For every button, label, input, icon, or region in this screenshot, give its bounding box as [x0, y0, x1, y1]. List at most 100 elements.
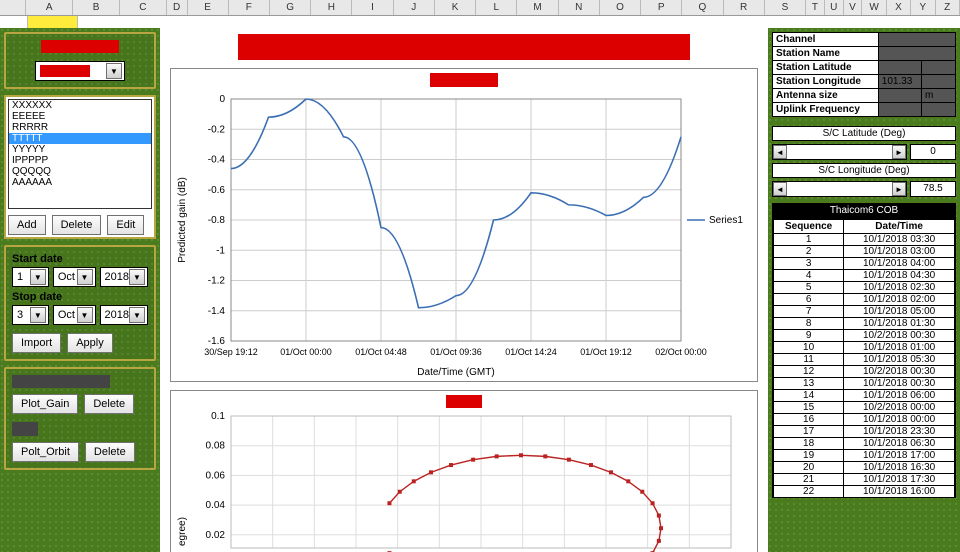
table-row[interactable]: 1210/2/2018 00:30	[774, 366, 955, 378]
table-row[interactable]: 1010/1/2018 01:00	[774, 342, 955, 354]
svg-text:-1.6: -1.6	[208, 336, 226, 347]
svg-text:0.08: 0.08	[206, 440, 226, 451]
svg-text:01/Oct 04:48: 01/Oct 04:48	[355, 347, 407, 357]
add-button[interactable]: Add	[8, 215, 46, 235]
apply-button[interactable]: Apply	[67, 333, 113, 353]
select-satellite-label: Select Satellite	[12, 40, 148, 53]
list-item[interactable]: AAAAAA	[9, 177, 151, 188]
table-row[interactable]: 1610/1/2018 00:00	[774, 414, 955, 426]
left-panel: Select Satellite xxxxxxxxx ▼ XXXXXXEEEEE…	[0, 28, 160, 552]
table-row[interactable]: 2310/1/2018 18:00	[774, 498, 955, 499]
list-item[interactable]: XXXXXX	[9, 100, 151, 111]
delete-gain-button[interactable]: Delete	[84, 394, 134, 414]
table-row[interactable]: 210/1/2018 03:00	[774, 246, 955, 258]
svg-text:-1.4: -1.4	[208, 305, 226, 316]
table-row[interactable]: 1410/1/2018 06:00	[774, 390, 955, 402]
satellite-combo[interactable]: xxxxxxxxx ▼	[35, 61, 125, 81]
table-row[interactable]: 1810/1/2018 06:30	[774, 438, 955, 450]
column-ruler: ABCDEFGHIJKLMNOPQRSTUVWXYZ	[0, 0, 960, 16]
svg-text:0: 0	[219, 94, 225, 105]
table-row[interactable]: 1910/1/2018 17:00	[774, 450, 955, 462]
table-row[interactable]: 1510/2/2018 00:00	[774, 402, 955, 414]
start-date-label: Start date	[12, 253, 148, 265]
polt-orbit-button[interactable]: Polt_Orbit	[12, 442, 79, 462]
list-item[interactable]: IPPPPP	[9, 155, 151, 166]
svg-text:01/Oct 00:00: 01/Oct 00:00	[280, 347, 332, 357]
table-row[interactable]: 410/1/2018 04:30	[774, 270, 955, 282]
list-item[interactable]: RRRRR	[9, 122, 151, 133]
svg-text:0.06: 0.06	[206, 470, 226, 481]
stop-day[interactable]: 3▼	[12, 305, 49, 325]
satellite-listbox[interactable]: XXXXXXEEEEERRRRRTTTTTYYYYYIPPPPPQQQQQAAA…	[8, 99, 152, 209]
table-row[interactable]: 610/1/2018 02:00	[774, 294, 955, 306]
table-row[interactable]: 2210/1/2018 16:00	[774, 486, 955, 498]
gain-chart: xxxxxxxxxxx 0-0.2-0.4-0.6-0.8-1-1.2-1.4-…	[170, 68, 758, 381]
table-row[interactable]: 1110/1/2018 05:30	[774, 354, 955, 366]
plot-gain-button[interactable]: Plot_Gain	[12, 394, 78, 414]
table-row[interactable]: 2010/1/2018 16:30	[774, 462, 955, 474]
table-row[interactable]: 910/2/2018 00:30	[774, 330, 955, 342]
lat-value: 0	[910, 144, 956, 160]
center-panel: Thaicom6 Antenna Gain Variation & COB xx…	[160, 28, 768, 552]
svg-text:-0.2: -0.2	[208, 124, 226, 135]
right-panel: ChannelStation NameStation LatitudeStati…	[768, 28, 960, 552]
list-item[interactable]: QQQQQ	[9, 166, 151, 177]
lon-value: 78.5	[910, 181, 956, 197]
page-title: Thaicom6 Antenna Gain Variation & COB	[170, 32, 758, 68]
svg-text:0.04: 0.04	[206, 500, 226, 511]
start-month[interactable]: Oct▼	[53, 267, 96, 287]
svg-text:02/Oct 00:00: 02/Oct 00:00	[655, 347, 707, 357]
lon-slider-label: S/C Longitude (Deg)	[772, 163, 956, 178]
table-row[interactable]: 710/1/2018 05:00	[774, 306, 955, 318]
svg-text:-0.4: -0.4	[208, 154, 226, 165]
delete-button[interactable]: Delete	[52, 215, 102, 235]
table-row[interactable]: 510/1/2018 02:30	[774, 282, 955, 294]
svg-text:Date/Time (GMT): Date/Time (GMT)	[417, 367, 494, 378]
svg-text:01/Oct 14:24: 01/Oct 14:24	[505, 347, 557, 357]
cob-table: SequenceDate/Time110/1/2018 03:30210/1/2…	[773, 219, 955, 498]
arrow-left-icon[interactable]: ◄	[773, 145, 787, 159]
lat-slider[interactable]: ◄ ►	[772, 144, 907, 160]
svg-text:Series1: Series1	[709, 215, 743, 226]
svg-text:01/Oct 09:36: 01/Oct 09:36	[430, 347, 482, 357]
svg-text:egree): egree)	[177, 517, 188, 546]
chevron-down-icon: ▼	[106, 63, 122, 79]
table-row[interactable]: 2110/1/2018 17:30	[774, 474, 955, 486]
arrow-right-icon[interactable]: ►	[892, 145, 906, 159]
svg-text:-1.2: -1.2	[208, 275, 226, 286]
station-info-table: ChannelStation NameStation LatitudeStati…	[772, 32, 956, 117]
table-row[interactable]: 110/1/2018 03:30	[774, 234, 955, 246]
edit-button[interactable]: Edit	[107, 215, 144, 235]
svg-text:-1: -1	[216, 245, 225, 256]
gain-variation-section-label: Gain Variation Plot	[12, 375, 148, 388]
orbit-chart: xxxxxx 0.10.080.060.040.02egree)	[170, 390, 758, 552]
cob-title: Thaicom6 COB	[772, 203, 956, 218]
table-row[interactable]: 810/1/2018 01:30	[774, 318, 955, 330]
import-button[interactable]: Import	[12, 333, 61, 353]
list-item[interactable]: EEEEE	[9, 111, 151, 122]
stop-year[interactable]: 2018▼	[100, 305, 148, 325]
table-row[interactable]: 1310/1/2018 00:30	[774, 378, 955, 390]
svg-text:-0.6: -0.6	[208, 184, 226, 195]
svg-text:0.02: 0.02	[206, 530, 226, 541]
svg-text:01/Oct 19:12: 01/Oct 19:12	[580, 347, 632, 357]
arrow-right-icon[interactable]: ►	[892, 182, 906, 196]
stop-date-label: Stop date	[12, 291, 148, 303]
lon-slider[interactable]: ◄ ►	[772, 181, 907, 197]
table-row[interactable]: 310/1/2018 04:00	[774, 258, 955, 270]
arrow-left-icon[interactable]: ◄	[773, 182, 787, 196]
orbit-section-label: Orbit	[12, 422, 148, 435]
table-row[interactable]: 1710/1/2018 23:30	[774, 426, 955, 438]
delete-orbit-button[interactable]: Delete	[85, 442, 135, 462]
start-year[interactable]: 2018▼	[100, 267, 148, 287]
svg-text:0.1: 0.1	[211, 412, 225, 422]
svg-text:-0.8: -0.8	[208, 215, 226, 226]
lat-slider-label: S/C Latitude (Deg)	[772, 126, 956, 141]
start-day[interactable]: 1▼	[12, 267, 49, 287]
list-item[interactable]: TTTTT	[9, 133, 151, 144]
stop-month[interactable]: Oct▼	[53, 305, 96, 325]
list-item[interactable]: YYYYY	[9, 144, 151, 155]
cob-table-wrap[interactable]: SequenceDate/Time110/1/2018 03:30210/1/2…	[772, 218, 956, 498]
svg-text:Predicted gain (dB): Predicted gain (dB)	[177, 177, 188, 263]
svg-text:30/Sep 19:12: 30/Sep 19:12	[204, 347, 258, 357]
